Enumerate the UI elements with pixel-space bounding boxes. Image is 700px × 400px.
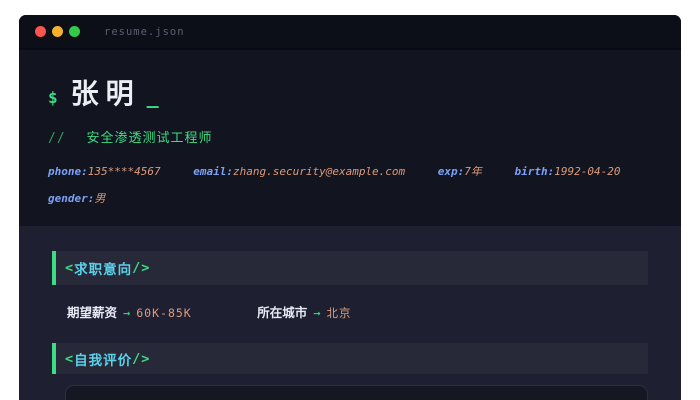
minimize-window-button[interactable]: [52, 26, 63, 37]
gender-label: gender:: [48, 192, 95, 205]
close-window-button[interactable]: [35, 26, 46, 37]
terminal-cursor: _: [146, 84, 159, 108]
tag-open-bracket: <: [65, 350, 75, 367]
experience-value: 7年: [464, 165, 482, 178]
gender-field: gender:男: [48, 192, 105, 205]
tag-close-bracket: />: [132, 350, 151, 367]
maximize-window-button[interactable]: [69, 26, 80, 37]
tag-close-bracket: />: [132, 260, 151, 276]
content-panel: <求职意向/> 期望薪资→60K-85K 所在城市→北京 <自我评价/> 专注网…: [19, 226, 681, 400]
job-objective-row: 期望薪资 → 60K-85K 所在城市 → 北京: [67, 302, 648, 321]
contact-info-row-2: gender:男: [48, 190, 681, 206]
arrow-icon: →: [123, 306, 131, 320]
preferred-city-value: 北京: [326, 306, 352, 320]
phone-label: phone:: [48, 165, 88, 178]
preferred-city-label: 所在城市: [257, 306, 308, 320]
tag-open-bracket: <: [65, 260, 75, 276]
expected-salary-value: 60K-85K: [136, 306, 192, 320]
birth-value: 1992-04-20: [554, 165, 621, 178]
expected-salary-item: 期望薪资 → 60K-85K: [67, 305, 192, 320]
experience-field: exp:7年: [438, 165, 482, 178]
candidate-name: 张明: [70, 78, 141, 109]
arrow-icon: →: [313, 306, 321, 320]
comment-prefix: //: [48, 131, 66, 146]
expected-salary-label: 期望薪资: [67, 306, 118, 320]
gender-value: 男: [94, 192, 106, 205]
experience-label: exp:: [437, 165, 465, 178]
name-row: $ 张明 _: [48, 72, 681, 112]
page-background: resume.json $ 张明 _ // 安全渗透测试工程师 phone:13…: [0, 0, 700, 400]
birth-label: birth:: [514, 165, 555, 178]
preferred-city-item: 所在城市 → 北京: [257, 305, 351, 320]
section-header-job-objective: < 求职意向/>: [52, 251, 648, 285]
section-title-self-evaluation: 自我评价: [74, 352, 133, 369]
email-field: email:zhang.security@example.com: [193, 165, 405, 178]
terminal-window: resume.json $ 张明 _ // 安全渗透测试工程师 phone:13…: [19, 15, 681, 400]
section-header-self-evaluation: < 自我评价/>: [52, 343, 648, 374]
contact-info-row: phone:135****4567 email:zhang.security@e…: [48, 163, 681, 179]
window-titlebar: resume.json: [19, 15, 681, 50]
email-label: email:: [193, 165, 233, 178]
self-evaluation-box: 专注网络安全与渗透测试7年，具备丰富的红队实战经验，精通Web应用、移动App、…: [65, 385, 648, 400]
window-title: resume.json: [104, 25, 185, 38]
email-value: zhang.security@example.com: [232, 165, 406, 178]
birth-field: birth:1992-04-20: [515, 165, 621, 178]
job-title-row: // 安全渗透测试工程师: [48, 127, 681, 146]
phone-value: 135****4567: [87, 165, 161, 178]
job-title: 安全渗透测试工程师: [86, 131, 213, 146]
terminal-prompt-symbol: $: [48, 88, 58, 107]
hero-section: $ 张明 _ // 安全渗透测试工程师 phone:135****4567 em…: [19, 50, 681, 226]
phone-field: phone:135****4567: [48, 165, 161, 178]
section-title-job-objective: 求职意向: [74, 262, 133, 278]
